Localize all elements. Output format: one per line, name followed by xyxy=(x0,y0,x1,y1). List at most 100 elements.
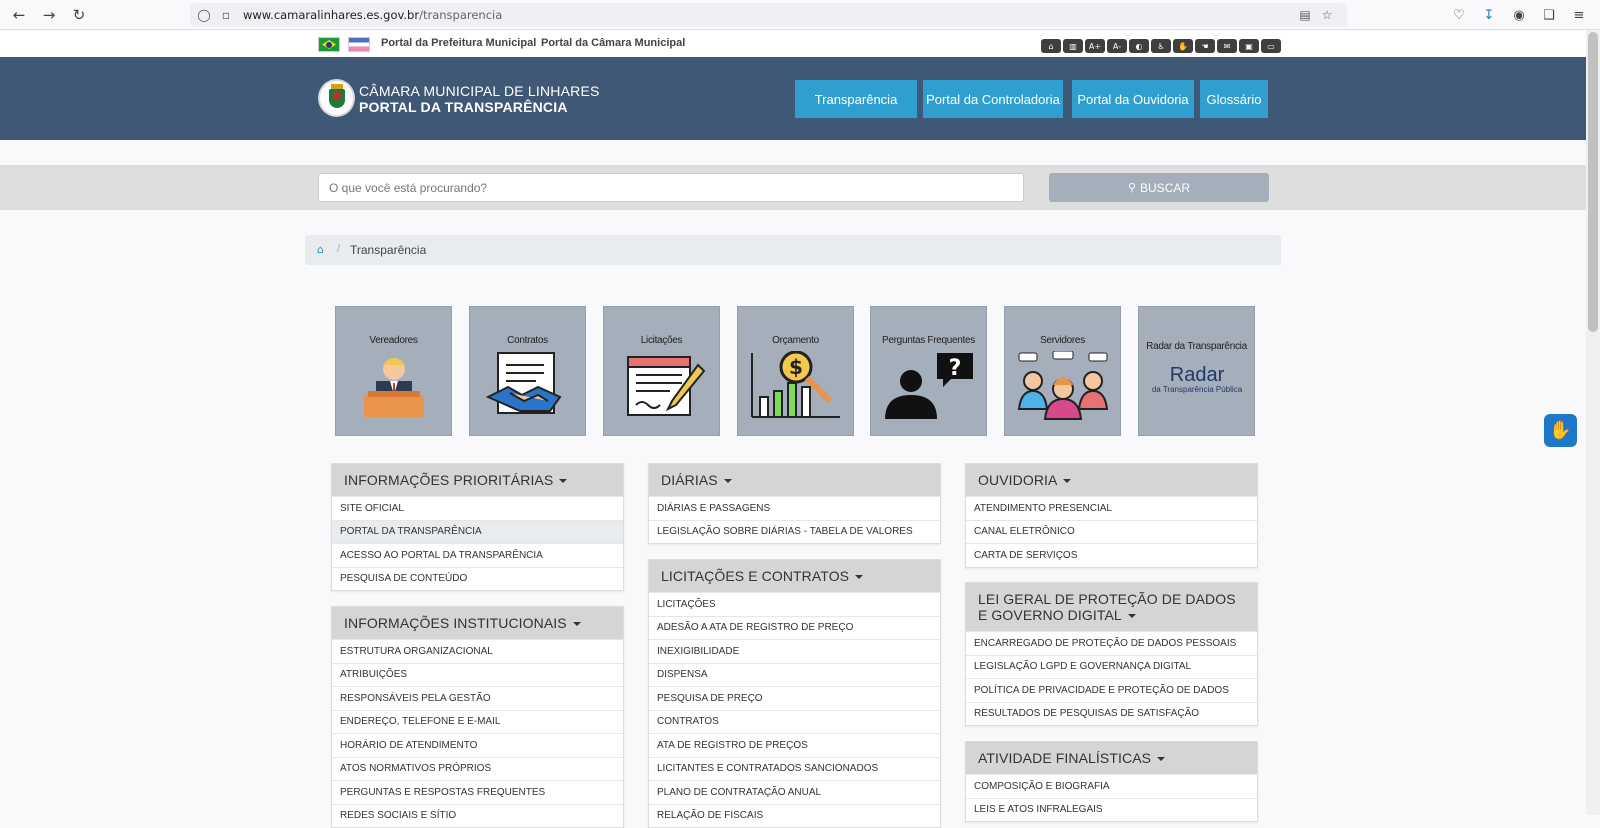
panel-link[interactable]: DISPENSA xyxy=(649,662,940,687)
prefeitura-link[interactable]: Portal da Prefeitura Municipal xyxy=(381,37,536,49)
sign-language-icon[interactable]: ✋ xyxy=(1173,39,1193,53)
contrast-icon[interactable]: ◐ xyxy=(1129,39,1149,53)
map-icon[interactable]: ▥ xyxy=(1063,39,1083,53)
nav-glossario[interactable]: Glossário xyxy=(1200,80,1268,118)
lock-icon[interactable]: ▫ xyxy=(217,6,235,24)
reader-view-icon[interactable]: ▤ xyxy=(1296,6,1314,24)
nav-ouvidoria[interactable]: Portal da Ouvidoria xyxy=(1072,80,1194,118)
panel-link[interactable]: SITE OFICIAL xyxy=(332,496,623,520)
panel-header-lgpd[interactable]: LEI GERAL DE PROTEÇÃO DE DADOS E GOVERNO… xyxy=(966,583,1257,631)
tile-perguntas-frequentes[interactable]: Perguntas Frequentes? xyxy=(870,306,987,436)
tile-vereadores[interactable]: Vereadores xyxy=(335,306,452,436)
extensions-icon[interactable]: ❑ xyxy=(1539,5,1559,25)
page-scrollbar[interactable] xyxy=(1586,30,1600,815)
panel-link[interactable]: RESPONSÁVEIS PELA GESTÃO xyxy=(332,686,623,710)
panel-link[interactable]: ATOS NORMATIVOS PRÓPRIOS xyxy=(332,756,623,781)
panel-link[interactable]: CARTA DE SERVIÇOS xyxy=(966,543,1257,567)
panel-header-licitacoes[interactable]: LICITAÇÕES E CONTRATOS xyxy=(649,560,940,592)
panel-link[interactable]: PORTAL DA TRANSPARÊNCIA xyxy=(332,519,623,543)
panel-link[interactable]: PLANO DE CONTRATAÇÃO ANUAL xyxy=(649,780,940,804)
search-button[interactable]: ⚲ BUSCAR xyxy=(1049,173,1269,202)
search-button-label: BUSCAR xyxy=(1140,180,1191,195)
tile-orcamento[interactable]: Orçamento $ xyxy=(737,306,854,436)
panel-link[interactable]: CONTRATOS xyxy=(649,709,940,734)
pocket-icon[interactable]: ♡ xyxy=(1449,5,1469,25)
tile-servidores[interactable]: Servidores xyxy=(1004,306,1121,436)
shield-icon[interactable]: ◯ xyxy=(195,6,213,24)
panel-link[interactable]: LICITANTES E CONTRATADOS SANCIONADOS xyxy=(649,756,940,781)
caret-down-icon xyxy=(1127,614,1136,619)
camara-link[interactable]: Portal da Câmara Municipal xyxy=(541,37,685,49)
site-title-line1[interactable]: CÂMARA MUNICIPAL DE LINHARES xyxy=(359,83,600,99)
tile-label: Contratos xyxy=(507,335,548,346)
panel-link[interactable]: ADESÃO A ATA DE REGISTRO DE PREÇO xyxy=(649,615,940,640)
panel-link[interactable]: INEXIGIBILIDADE xyxy=(649,639,940,663)
home-icon[interactable]: ⌂ xyxy=(317,243,324,256)
scrollbar-thumb[interactable] xyxy=(1588,32,1598,332)
panel-link[interactable]: ATA DE REGISTRO DE PREÇOS xyxy=(649,733,940,757)
panel-link[interactable]: REDES SOCIAIS E SÍTIO xyxy=(332,803,623,828)
envelope-icon[interactable]: ✉ xyxy=(1217,39,1237,53)
panel-institucionais: INFORMAÇÕES INSTITUCIONAIS ESTRUTURA ORGA… xyxy=(331,606,624,828)
people-chat-icon xyxy=(1015,350,1111,421)
panel-link[interactable]: LEGISLAÇÃO SOBRE DIÁRIAS - TABELA DE VAL… xyxy=(649,519,940,544)
download-icon[interactable]: ↧ xyxy=(1479,5,1499,25)
panel-link[interactable]: PESQUISA DE CONTEÚDO xyxy=(332,566,623,591)
panel-link[interactable]: ATRIBUIÇÕES xyxy=(332,662,623,687)
site-title-line2[interactable]: PORTAL DA TRANSPARÊNCIA xyxy=(359,99,568,115)
panel-link[interactable]: RELAÇÃO DE FISCAIS xyxy=(649,803,940,828)
font-increase-icon[interactable]: A+ xyxy=(1085,39,1105,53)
document-pen-icon xyxy=(614,351,710,421)
forward-icon[interactable]: → xyxy=(39,5,59,25)
panel-link[interactable]: PESQUISA DE PREÇO xyxy=(649,686,940,710)
search-icon: ⚲ xyxy=(1127,181,1137,194)
panel-link[interactable]: LICITAÇÕES xyxy=(649,592,940,616)
lock-icon[interactable]: ▣ xyxy=(1239,39,1259,53)
panel-link[interactable]: ENCARREGADO DE PROTEÇÃO DE DADOS PESSOAI… xyxy=(966,631,1257,655)
panel-link[interactable]: ATENDIMENTO PRESENCIAL xyxy=(966,496,1257,520)
address-bar[interactable]: ◯ ▫ www.camaralinhares.es.gov.br/transpa… xyxy=(190,3,1347,27)
back-icon[interactable]: ← xyxy=(9,5,29,25)
nav-controladoria[interactable]: Portal da Controladoria xyxy=(923,80,1063,118)
panel-link[interactable]: ACESSO AO PORTAL DA TRANSPARÊNCIA xyxy=(332,543,623,567)
font-decrease-icon[interactable]: A- xyxy=(1107,39,1127,53)
wheelchair-icon[interactable]: ♿ xyxy=(1151,39,1171,53)
brazil-flag-icon[interactable] xyxy=(318,37,340,52)
sign-language-widget-icon[interactable]: ✋ xyxy=(1544,414,1577,447)
reload-icon[interactable]: ↻ xyxy=(69,5,89,25)
home-icon[interactable]: ⌂ xyxy=(1041,39,1061,53)
panel-header-ouvidoria[interactable]: OUVIDORIA xyxy=(966,464,1257,496)
panel-link[interactable]: HORÁRIO DE ATENDIMENTO xyxy=(332,733,623,757)
panel-link[interactable]: LEGISLAÇÃO LGPD E GOVERNANÇA DIGITAL xyxy=(966,654,1257,679)
utility-strip: Portal da Prefeitura Municipal Portal da… xyxy=(0,31,1586,57)
url-text[interactable]: www.camaralinhares.es.gov.br/transparenc… xyxy=(243,8,502,22)
panel-link[interactable]: COMPOSIÇÃO E BIOGRAFIA xyxy=(966,774,1257,798)
municipal-coat-of-arms-logo[interactable] xyxy=(318,79,355,117)
panel-header-institucionais[interactable]: INFORMAÇÕES INSTITUCIONAIS xyxy=(332,607,623,639)
panel-link[interactable]: POLÍTICA DE PRIVACIDADE E PROTEÇÃO DE DA… xyxy=(966,678,1257,702)
tile-radar-da-transparencia[interactable]: Radar da Transparência Radar da Transparên… xyxy=(1138,306,1255,436)
panel-header-prioritarias[interactable]: INFORMAÇÕES PRIORITÁRIAS xyxy=(332,464,623,496)
panel-link[interactable]: PERGUNTAS E RESPOSTAS FREQUENTES xyxy=(332,780,623,804)
tile-label: Orçamento xyxy=(772,335,819,346)
bookmark-star-icon[interactable]: ☆ xyxy=(1318,6,1336,24)
panel-header-atividade[interactable]: ATIVIDADE FINALÍSTICAS xyxy=(966,742,1257,774)
tile-licitacoes[interactable]: Licitações xyxy=(603,306,720,436)
panel-link[interactable]: LEIS E ATOS INFRALEGAIS xyxy=(966,797,1257,822)
panel-link[interactable]: RESULTADOS DE PESQUISAS DE SATISFAÇÃO xyxy=(966,701,1257,726)
nav-transparencia[interactable]: Transparência xyxy=(795,80,917,118)
menu-icon[interactable]: ≡ xyxy=(1569,5,1589,25)
tile-label: Servidores xyxy=(1040,335,1085,346)
site-header: CÂMARA MUNICIPAL DE LINHARES PORTAL DA T… xyxy=(0,57,1586,140)
tile-contratos[interactable]: Contratos xyxy=(469,306,586,436)
account-icon[interactable]: ◉ xyxy=(1509,5,1529,25)
panel-link[interactable]: DIÁRIAS E PASSAGENS xyxy=(649,496,940,520)
hand-icon[interactable]: ☚ xyxy=(1195,39,1215,53)
panel-header-diarias[interactable]: DIÁRIAS xyxy=(649,464,940,496)
panel-link[interactable]: CANAL ELETRÔNICO xyxy=(966,519,1257,544)
laptop-icon[interactable]: ▭ xyxy=(1261,39,1281,53)
panel-link[interactable]: ENDEREÇO, TELEFONE E E-MAIL xyxy=(332,709,623,734)
panel-link[interactable]: ESTRUTURA ORGANIZACIONAL xyxy=(332,639,623,663)
espirito-santo-flag-icon[interactable] xyxy=(348,37,370,52)
search-input[interactable] xyxy=(318,173,1024,202)
